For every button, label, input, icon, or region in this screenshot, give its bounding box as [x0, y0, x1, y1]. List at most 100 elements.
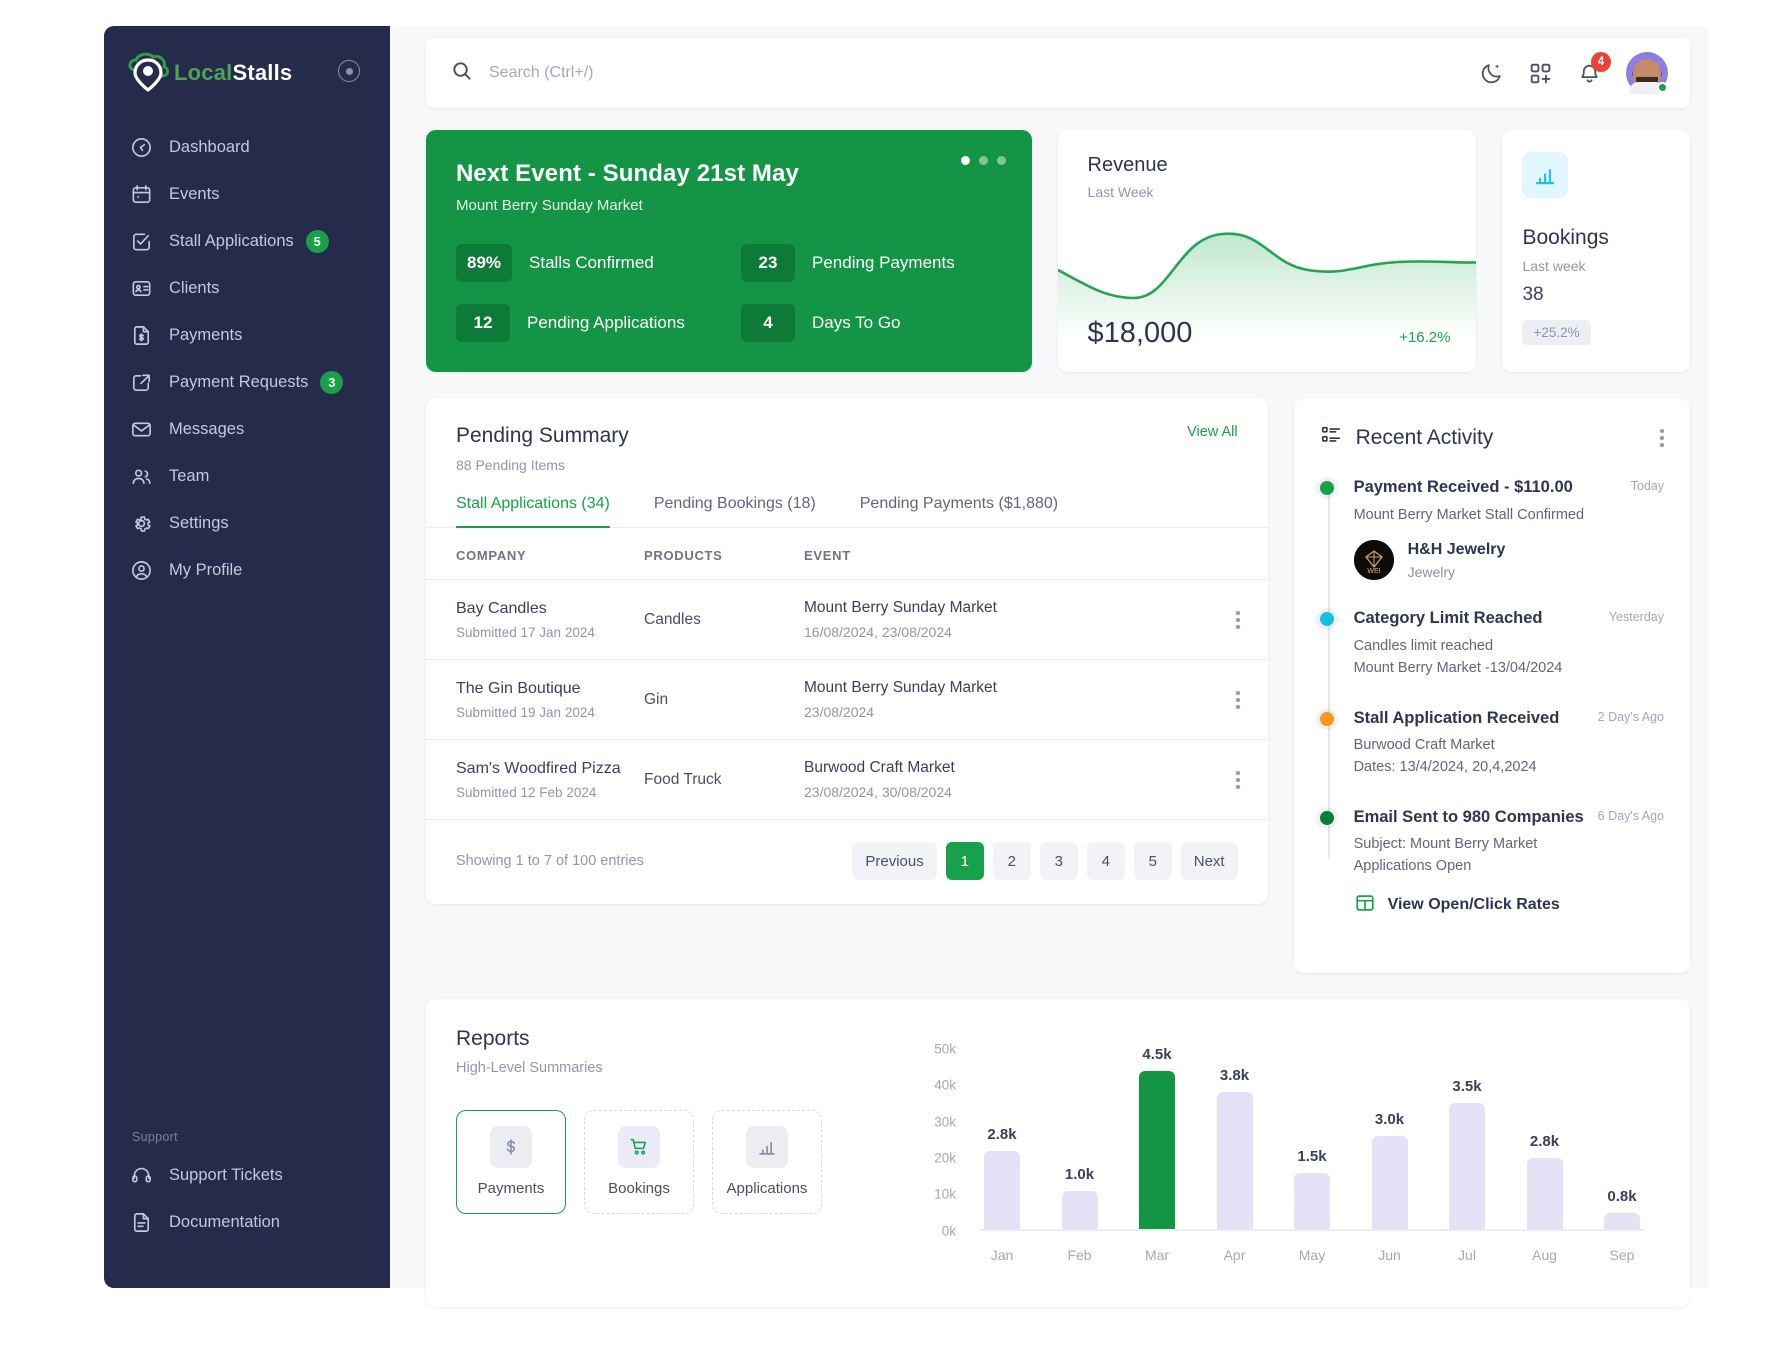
- sidebar-item-documentation[interactable]: Documentation: [104, 1199, 390, 1246]
- invoice-dollar-icon: [130, 324, 153, 347]
- chart-bar[interactable]: [1372, 1136, 1408, 1231]
- sidebar-item-my-profile[interactable]: My Profile: [104, 547, 390, 594]
- activity-dot-icon: [1320, 811, 1334, 825]
- chart-bar[interactable]: [1139, 1071, 1175, 1231]
- sidebar-item-messages[interactable]: Messages: [104, 406, 390, 453]
- sidebar-item-team[interactable]: Team: [104, 453, 390, 500]
- chart-bar-column[interactable]: 3.5k: [1445, 1049, 1489, 1231]
- pagination-next[interactable]: Next: [1181, 842, 1238, 880]
- content-row: Pending Summary 88 Pending Items View Al…: [426, 398, 1690, 973]
- chart-bar-column[interactable]: 3.0k: [1368, 1049, 1412, 1231]
- report-card-bookings[interactable]: Bookings: [584, 1110, 694, 1214]
- dark-mode-icon[interactable]: [1479, 61, 1504, 86]
- sidebar-spacer: [104, 594, 390, 1130]
- cell-event: Burwood Craft Market 23/08/2024, 30/08/2…: [804, 740, 1208, 820]
- pagination-page-1[interactable]: 1: [946, 842, 984, 880]
- chart-bar[interactable]: [1604, 1213, 1640, 1231]
- pagination-page-4[interactable]: 4: [1087, 842, 1125, 880]
- avatar[interactable]: [1626, 52, 1668, 94]
- sidebar-item-stall-applications[interactable]: Stall Applications 5: [104, 218, 390, 265]
- sidebar: LocalStalls Dashboard E: [104, 26, 390, 1288]
- chart-x-axis-labels: JanFebMarAprMayJunJulAugSep: [980, 1247, 1644, 1263]
- tab-stall-applications[interactable]: Stall Applications (34): [456, 495, 628, 527]
- pagination-page-3[interactable]: 3: [1040, 842, 1078, 880]
- user-circle-icon: [130, 559, 153, 582]
- brand[interactable]: LocalStalls: [104, 26, 390, 98]
- activity-title: Stall Application Received: [1354, 708, 1588, 729]
- tab-pending-payments[interactable]: Pending Payments ($1,880): [860, 495, 1076, 527]
- table-row[interactable]: Bay Candles Submitted 17 Jan 2024 Candle…: [426, 580, 1268, 660]
- sidebar-item-payment-requests[interactable]: Payment Requests 3: [104, 359, 390, 406]
- pending-summary-subtitle: 88 Pending Items: [456, 457, 629, 473]
- activity-item[interactable]: Payment Received - $110.00 Today Mount B…: [1354, 477, 1664, 580]
- notification-count-badge: 4: [1591, 52, 1611, 72]
- pagination-page-5[interactable]: 5: [1134, 842, 1172, 880]
- pending-summary-header: Pending Summary 88 Pending Items View Al…: [426, 398, 1268, 473]
- chart-x-tick: Aug: [1523, 1247, 1567, 1263]
- sidebar-item-events[interactable]: Events: [104, 171, 390, 218]
- table-row[interactable]: Sam's Woodfired Pizza Submitted 12 Feb 2…: [426, 740, 1268, 820]
- view-open-click-rates-link[interactable]: View Open/Click Rates: [1354, 892, 1664, 919]
- cell-event: Mount Berry Sunday Market 16/08/2024, 23…: [804, 580, 1208, 660]
- chart-bar-column[interactable]: 2.8k: [980, 1049, 1024, 1231]
- row-menu-icon[interactable]: [1208, 740, 1268, 820]
- activity-item[interactable]: Email Sent to 980 Companies 6 Day's Ago …: [1354, 807, 1664, 919]
- report-card-payments[interactable]: Payments: [456, 1110, 566, 1214]
- sidebar-item-clients[interactable]: Clients: [104, 265, 390, 312]
- chart-x-tick: Mar: [1135, 1247, 1179, 1263]
- event-stat: 12 Pending Applications: [456, 304, 741, 342]
- notifications-bell-icon[interactable]: 4: [1577, 61, 1602, 86]
- chart-bar-column[interactable]: 4.5k: [1135, 1049, 1179, 1231]
- chart-bar[interactable]: [1527, 1158, 1563, 1231]
- search-area[interactable]: [450, 59, 1479, 87]
- revenue-card: Revenue Last Week: [1058, 130, 1477, 372]
- activity-item[interactable]: Category Limit Reached Yesterday Candles…: [1354, 608, 1664, 679]
- search-input[interactable]: [489, 64, 889, 82]
- event-stat: 89% Stalls Confirmed: [456, 244, 741, 282]
- chart-x-tick: May: [1290, 1247, 1334, 1263]
- pagination-previous[interactable]: Previous: [852, 842, 936, 880]
- bar-chart-icon: [746, 1126, 788, 1168]
- chart-x-tick: Jun: [1368, 1247, 1412, 1263]
- chart-bar[interactable]: [1449, 1103, 1485, 1230]
- chart-x-tick: Jul: [1445, 1247, 1489, 1263]
- activity-description: Subject: Mount Berry Market Applications…: [1354, 834, 1664, 878]
- activity-item[interactable]: Stall Application Received 2 Day's Ago B…: [1354, 708, 1664, 779]
- row-menu-icon[interactable]: [1208, 580, 1268, 660]
- sidebar-item-settings[interactable]: Settings: [104, 500, 390, 547]
- chart-bar-column[interactable]: 2.8k: [1523, 1049, 1567, 1231]
- tab-pending-bookings[interactable]: Pending Bookings (18): [654, 495, 834, 527]
- view-all-link[interactable]: View All: [1187, 424, 1238, 440]
- chart-bar[interactable]: [1217, 1092, 1253, 1230]
- envelope-icon: [130, 418, 153, 441]
- report-card-applications[interactable]: Applications: [712, 1110, 822, 1214]
- sidebar-item-dashboard[interactable]: Dashboard: [104, 124, 390, 171]
- column-header-event: EVENT: [804, 528, 1208, 580]
- event-name: Burwood Craft Market: [804, 759, 1208, 777]
- chart-bar-column[interactable]: 3.8k: [1213, 1049, 1257, 1231]
- sidebar-item-support-tickets[interactable]: Support Tickets: [104, 1152, 390, 1199]
- chart-bar-column[interactable]: 1.5k: [1290, 1049, 1334, 1231]
- document-icon: [130, 1211, 153, 1234]
- chart-bar-column[interactable]: 1.0k: [1058, 1049, 1102, 1231]
- chart-bar[interactable]: [984, 1151, 1020, 1231]
- table-icon: [1354, 892, 1376, 919]
- table-row[interactable]: The Gin Boutique Submitted 19 Jan 2024 G…: [426, 660, 1268, 740]
- row-menu-icon[interactable]: [1208, 660, 1268, 740]
- pagination-page-2[interactable]: 2: [993, 842, 1031, 880]
- recent-activity-menu-icon[interactable]: [1660, 426, 1664, 450]
- sidebar-item-payments[interactable]: Payments: [104, 312, 390, 359]
- chart-bar[interactable]: [1294, 1173, 1330, 1231]
- revenue-delta: +16.2%: [1399, 329, 1450, 346]
- brand-name-primary: Local: [174, 60, 232, 85]
- apps-grid-icon[interactable]: [1528, 61, 1553, 86]
- chart-bar-column[interactable]: 0.8k: [1600, 1049, 1644, 1231]
- report-card-label: Bookings: [608, 1180, 670, 1197]
- pending-applications-table: COMPANY PRODUCTS EVENT Bay Candles Submi…: [426, 528, 1268, 820]
- carousel-dots[interactable]: [961, 156, 1006, 165]
- sidebar-collapse-icon[interactable]: [338, 60, 360, 82]
- event-stat-value: 89%: [456, 244, 512, 282]
- sidebar-item-label: Events: [169, 185, 219, 204]
- cart-icon: [618, 1126, 660, 1168]
- chart-bar[interactable]: [1062, 1191, 1098, 1231]
